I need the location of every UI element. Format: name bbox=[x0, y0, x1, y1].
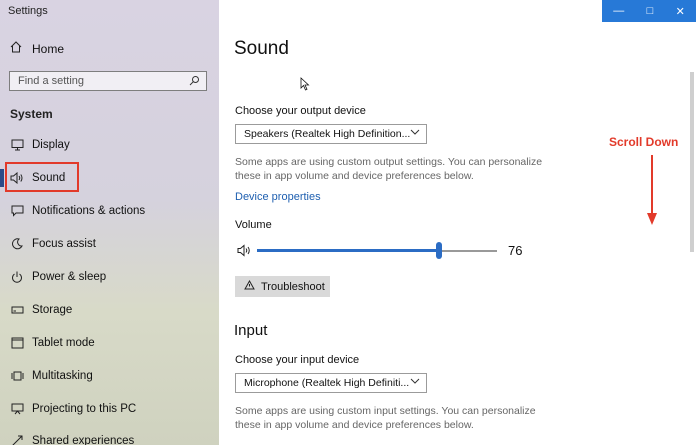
window-title: Settings bbox=[8, 5, 48, 17]
sidebar-item-label: Shared experiences bbox=[32, 434, 135, 445]
volume-slider-thumb[interactable] bbox=[436, 242, 443, 259]
sidebar-item-label: Tablet mode bbox=[32, 336, 95, 349]
display-icon bbox=[10, 138, 24, 152]
window-controls: — □ ✕ bbox=[602, 0, 696, 22]
troubleshoot-button[interactable]: Troubleshoot bbox=[235, 276, 330, 297]
section-label: System bbox=[10, 107, 53, 121]
arrow-down-icon bbox=[646, 155, 658, 232]
tablet-icon bbox=[10, 336, 24, 350]
sidebar-item-label: Projecting to this PC bbox=[32, 402, 137, 415]
output-device-value: Speakers (Realtek High Definition... bbox=[244, 128, 411, 140]
shared-icon bbox=[10, 434, 24, 445]
search-placeholder: Find a setting bbox=[18, 75, 85, 87]
sidebar-item-label: Display bbox=[32, 138, 70, 151]
mouse-cursor-icon bbox=[300, 77, 310, 96]
home-nav-item[interactable]: Home bbox=[10, 41, 64, 56]
device-properties-link[interactable]: Device properties bbox=[235, 191, 321, 203]
chevron-down-icon bbox=[410, 376, 420, 389]
sidebar-item-label: Notifications & actions bbox=[32, 204, 146, 217]
maximize-icon[interactable]: □ bbox=[647, 5, 654, 17]
sidebar-item-shared-experiences[interactable]: Shared experiences bbox=[0, 424, 219, 445]
volume-speaker-icon[interactable] bbox=[237, 244, 253, 262]
input-device-value: Microphone (Realtek High Definiti... bbox=[244, 377, 410, 389]
output-description: Some apps are using custom output settin… bbox=[235, 156, 543, 182]
search-icon[interactable] bbox=[189, 75, 200, 89]
close-icon[interactable]: ✕ bbox=[676, 5, 685, 18]
sidebar-item-power-sleep[interactable]: Power & sleep bbox=[0, 260, 219, 293]
warning-icon bbox=[244, 279, 255, 293]
input-description: Some apps are using custom input setting… bbox=[235, 405, 536, 431]
page-title: Sound bbox=[234, 38, 289, 59]
troubleshoot-label: Troubleshoot bbox=[261, 280, 325, 293]
minimize-icon[interactable]: — bbox=[613, 5, 624, 17]
power-icon bbox=[10, 270, 24, 284]
volume-value: 76 bbox=[508, 243, 523, 258]
projector-icon bbox=[10, 402, 24, 416]
sidebar-item-label: Storage bbox=[32, 303, 73, 316]
sidebar-item-projecting[interactable]: Projecting to this PC bbox=[0, 392, 219, 425]
input-heading: Input bbox=[234, 322, 268, 339]
sidebar-item-storage[interactable]: Storage bbox=[0, 293, 219, 326]
sidebar-item-display[interactable]: Display bbox=[0, 128, 219, 161]
sidebar-item-tablet-mode[interactable]: Tablet mode bbox=[0, 326, 219, 359]
scroll-down-annotation: Scroll Down bbox=[609, 135, 679, 149]
search-input[interactable]: Find a setting bbox=[9, 71, 207, 91]
notification-icon bbox=[10, 204, 24, 218]
output-device-label: Choose your output device bbox=[235, 105, 366, 117]
sidebar-item-label: Power & sleep bbox=[32, 270, 107, 283]
output-device-dropdown[interactable]: Speakers (Realtek High Definition... bbox=[235, 124, 427, 144]
sidebar-item-multitasking[interactable]: Multitasking bbox=[0, 359, 219, 392]
input-device-dropdown[interactable]: Microphone (Realtek High Definiti... bbox=[235, 373, 427, 393]
sound-highlight-annotation bbox=[5, 162, 79, 192]
multitasking-icon bbox=[10, 369, 24, 383]
sidebar-item-notifications[interactable]: Notifications & actions bbox=[0, 194, 219, 227]
sidebar-item-label: Multitasking bbox=[32, 369, 93, 382]
volume-label: Volume bbox=[235, 219, 272, 231]
volume-slider-fill bbox=[257, 249, 440, 252]
sidebar: Settings Home Find a setting System Disp… bbox=[0, 0, 219, 445]
sidebar-item-focus-assist[interactable]: Focus assist bbox=[0, 227, 219, 260]
sidebar-item-label: Focus assist bbox=[32, 237, 96, 250]
scrollbar[interactable] bbox=[690, 72, 694, 252]
home-label: Home bbox=[32, 41, 65, 56]
chevron-down-icon bbox=[410, 127, 420, 140]
active-indicator bbox=[0, 169, 4, 187]
moon-icon bbox=[10, 237, 24, 251]
storage-icon bbox=[10, 303, 24, 317]
home-icon bbox=[10, 41, 22, 56]
input-device-label: Choose your input device bbox=[235, 354, 360, 366]
